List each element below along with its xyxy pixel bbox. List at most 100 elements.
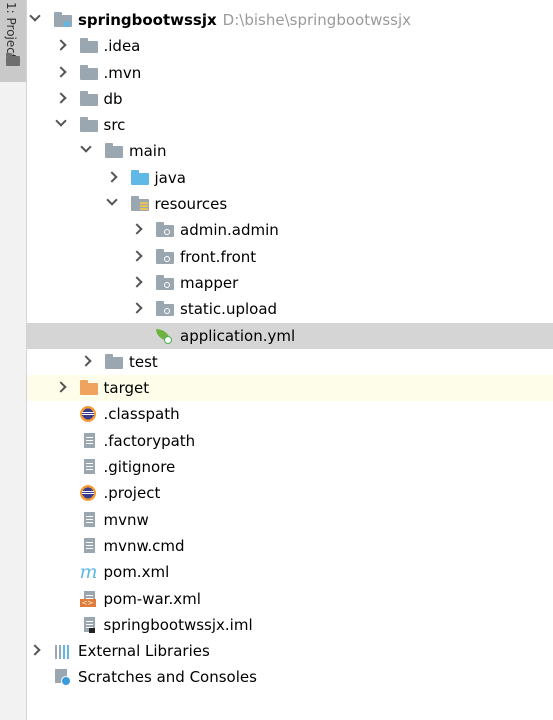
tree-item-label: springbootwssjx D:\bishe\springbootwssjx	[78, 7, 411, 33]
tree-row[interactable]: External Libraries	[27, 638, 553, 664]
tree-item-label: db	[104, 86, 123, 112]
tree-item-label: .mvn	[104, 60, 142, 86]
project-tool-tab[interactable]: 1: Project	[0, 0, 26, 82]
tree-row[interactable]: springbootwssjx D:\bishe\springbootwssjx	[27, 7, 553, 33]
tree-row[interactable]: db	[27, 86, 553, 112]
chevron-right-icon[interactable]	[80, 355, 91, 366]
item-name: springbootwssjx	[78, 11, 217, 29]
tree-item-label: mvnw.cmd	[104, 533, 185, 559]
chevron-down-icon[interactable]	[80, 142, 91, 153]
tree-item-label: target	[104, 375, 150, 401]
item-name: db	[103, 89, 123, 108]
tree-item-label: front.front	[180, 244, 256, 270]
item-name: target	[103, 379, 150, 398]
item-name: front.front	[180, 247, 257, 266]
tree-row[interactable]: mapper	[27, 270, 553, 296]
maven-icon: m	[79, 561, 98, 584]
tree-row[interactable]: admin.admin	[27, 217, 553, 243]
chevron-right-icon[interactable]	[55, 381, 66, 392]
tree-row[interactable]: front.front	[27, 244, 553, 270]
tree-row[interactable]: <> pom-war.xml	[27, 586, 553, 612]
tree-item-label: Scratches and Consoles	[78, 664, 257, 690]
item-name: .project	[103, 484, 161, 503]
item-name: application.yml	[180, 326, 296, 345]
chevron-right-icon[interactable]	[55, 40, 66, 51]
item-name: mvnw.cmd	[103, 536, 185, 555]
tree-item-label: .project	[104, 480, 161, 506]
tree-row[interactable]: mvnw	[27, 507, 553, 533]
scratches-icon	[54, 669, 72, 687]
tree-row[interactable]: application.yml	[27, 322, 553, 349]
chevron-right-icon[interactable]	[131, 224, 142, 235]
spring-config-icon	[156, 328, 174, 344]
tree-row[interactable]: Scratches and Consoles	[27, 664, 553, 690]
item-name: pom.xml	[103, 563, 170, 582]
chevron-right-icon[interactable]	[55, 66, 66, 77]
tree-row[interactable]: resources	[27, 191, 553, 217]
chevron-right-icon[interactable]	[131, 276, 142, 287]
tree-item-label: static.upload	[180, 296, 277, 322]
item-name: test	[129, 352, 158, 371]
item-name: java	[154, 168, 186, 187]
tree-row[interactable]: src	[27, 112, 553, 138]
item-name: .idea	[103, 37, 141, 56]
tree-row[interactable]: .mvn	[27, 60, 553, 86]
tree-row[interactable]: .gitignore	[27, 454, 553, 480]
folder-icon	[6, 53, 20, 66]
tree-row[interactable]: static.upload	[27, 296, 553, 322]
tree-item-label: src	[104, 112, 126, 138]
chevron-down-icon[interactable]	[106, 194, 117, 205]
tree-row[interactable]: .project	[27, 480, 553, 506]
tree-row[interactable]: .idea	[27, 33, 553, 59]
item-name: static.upload	[180, 300, 278, 319]
tree-row[interactable]: test	[27, 349, 553, 375]
chevron-right-icon[interactable]	[131, 303, 142, 314]
item-name: resources	[154, 195, 228, 214]
xml-file-icon: <>	[79, 590, 98, 607]
item-name: .mvn	[103, 63, 142, 82]
file-icon	[80, 537, 98, 554]
eclipse-icon	[79, 406, 98, 423]
chevron-right-icon[interactable]	[29, 644, 40, 655]
tree-row[interactable]: mvnw.cmd	[27, 533, 553, 559]
item-name: admin.admin	[180, 221, 279, 240]
chevron-right-icon[interactable]	[55, 92, 66, 103]
tree-item-label: application.yml	[180, 323, 295, 349]
tree-item-label: springbootwssjx.iml	[104, 612, 253, 638]
tree-row[interactable]: main	[27, 138, 553, 164]
chevron-right-icon[interactable]	[106, 171, 117, 182]
tree-item-label: .factorypath	[104, 428, 196, 454]
tree-row[interactable]: .factorypath	[27, 428, 553, 454]
tree-item-label: mvnw	[104, 507, 149, 533]
tree-row[interactable]: .classpath	[27, 401, 553, 427]
item-name: External Libraries	[78, 642, 210, 661]
item-name: springbootwssjx.iml	[103, 615, 253, 634]
tree-row[interactable]: springbootwssjx.iml	[27, 612, 553, 638]
iml-file-icon	[80, 616, 98, 633]
tree-item-label: pom-war.xml	[104, 586, 201, 612]
item-name: .gitignore	[103, 458, 176, 477]
tree-item-label: mapper	[180, 270, 238, 296]
item-name: main	[129, 142, 167, 161]
eclipse-icon	[79, 485, 98, 502]
tree-item-label: External Libraries	[78, 638, 210, 664]
item-name: mapper	[180, 273, 239, 292]
tree-item-label: main	[129, 138, 166, 164]
tree-item-label: .idea	[104, 33, 141, 59]
libraries-icon	[54, 643, 72, 660]
chevron-right-icon[interactable]	[131, 250, 142, 261]
item-path: D:\bishe\springbootwssjx	[222, 11, 412, 29]
tool-window-strip: 1: Project	[0, 0, 27, 720]
tree-row[interactable]: m pom.xml	[27, 559, 553, 585]
tree-item-label: admin.admin	[180, 217, 279, 243]
item-name: pom-war.xml	[103, 589, 201, 608]
tree-item-label: .classpath	[104, 401, 180, 427]
chevron-down-icon[interactable]	[55, 116, 66, 127]
tree-item-label: pom.xml	[104, 559, 170, 585]
tree-row[interactable]: target	[27, 375, 553, 402]
project-tab-label: 1: Project	[4, 2, 18, 59]
chevron-down-icon[interactable]	[29, 10, 40, 21]
tree-row[interactable]: java	[27, 165, 553, 191]
project-tree: springbootwssjx D:\bishe\springbootwssjx.…	[27, 7, 553, 691]
file-icon	[80, 432, 98, 449]
